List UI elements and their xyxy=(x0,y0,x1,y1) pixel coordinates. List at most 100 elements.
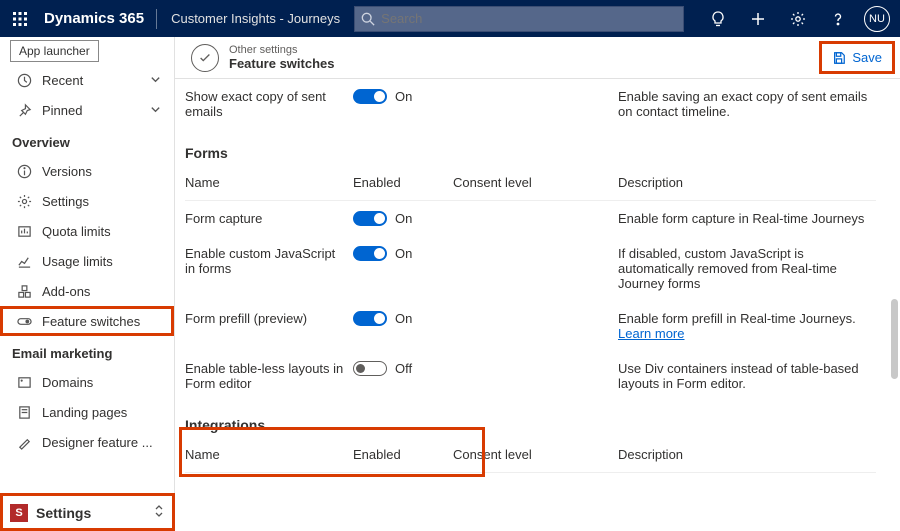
col-enabled-header: Enabled xyxy=(353,447,453,462)
settings-body: Show exact copy of sent emails On Enable… xyxy=(175,79,900,531)
sidebar-item-label: Recent xyxy=(42,73,150,88)
toggle-switch[interactable] xyxy=(353,246,387,261)
search-box[interactable] xyxy=(354,6,684,32)
sidebar-item-label: Designer feature ... xyxy=(42,435,164,450)
setting-consent xyxy=(453,246,618,291)
search-icon xyxy=(361,12,375,26)
setting-name: Show exact copy of sent emails xyxy=(185,89,353,119)
product-label[interactable]: Customer Insights - Journeys xyxy=(157,11,354,26)
toggle-state: On xyxy=(395,311,412,326)
page-icon-circle xyxy=(191,44,219,72)
column-header-row: Name Enabled Consent level Description xyxy=(185,437,876,473)
save-button[interactable]: Save xyxy=(824,46,890,69)
sidebar-item-label: Feature switches xyxy=(42,314,164,329)
scroll-thumb[interactable] xyxy=(891,299,898,379)
add-button[interactable] xyxy=(738,0,778,37)
designer-icon xyxy=(14,435,34,450)
avatar[interactable]: NU xyxy=(864,6,890,32)
col-consent-header: Consent level xyxy=(453,447,618,462)
help-icon xyxy=(830,11,846,27)
app-launcher-tooltip: App launcher xyxy=(10,40,99,62)
page-title: Feature switches xyxy=(229,56,335,71)
toggle-icon xyxy=(14,314,34,329)
content: Other settings Feature switches Save Sho… xyxy=(175,37,900,531)
setting-consent xyxy=(453,89,618,119)
sidebar-item-label: Versions xyxy=(42,164,164,179)
command-bar: Other settings Feature switches Save xyxy=(175,37,900,79)
setting-desc: Enable saving an exact copy of sent emai… xyxy=(618,89,876,119)
sidebar-item-feature-switches[interactable]: Feature switches xyxy=(0,306,174,336)
updown-icon xyxy=(153,504,165,521)
toggle-switch[interactable] xyxy=(353,361,387,376)
sidebar-item-label: Settings xyxy=(42,194,164,209)
topbar: Dynamics 365 Customer Insights - Journey… xyxy=(0,0,900,37)
sidebar-item-settings[interactable]: Settings xyxy=(0,186,174,216)
area-switcher[interactable]: S Settings xyxy=(0,493,175,531)
check-icon xyxy=(198,51,212,65)
sidebar-item-label: Pinned xyxy=(42,103,150,118)
clock-icon xyxy=(14,73,34,88)
chevron-down-icon xyxy=(150,73,164,88)
setting-name: Form capture xyxy=(185,211,353,226)
section-forms: Forms xyxy=(185,129,876,165)
sidebar: Recent Pinned Overview Versions Settings… xyxy=(0,37,175,531)
col-consent-header: Consent level xyxy=(453,175,618,190)
sidebar-item-versions[interactable]: Versions xyxy=(0,156,174,186)
sidebar-item-landing[interactable]: Landing pages xyxy=(0,397,174,427)
area-badge: S xyxy=(10,504,28,522)
setting-consent xyxy=(453,311,618,341)
sidebar-item-label: Landing pages xyxy=(42,405,164,420)
setting-desc: If disabled, custom JavaScript is automa… xyxy=(618,246,876,291)
app-launcher-button[interactable] xyxy=(0,0,40,37)
setting-row: Form capture On Enable form capture in Rea… xyxy=(185,201,876,236)
sidebar-item-domains[interactable]: Domains xyxy=(0,367,174,397)
lightbulb-button[interactable] xyxy=(698,0,738,37)
toggle-switch[interactable] xyxy=(353,89,387,104)
search-input[interactable] xyxy=(381,11,677,26)
setting-name: Form prefill (preview) xyxy=(185,311,353,341)
area-label: Settings xyxy=(36,505,153,521)
globe-icon xyxy=(14,375,34,390)
brand-label[interactable]: Dynamics 365 xyxy=(40,10,156,27)
waffle-icon xyxy=(12,11,28,27)
col-enabled-header: Enabled xyxy=(353,175,453,190)
sidebar-item-label: Add-ons xyxy=(42,284,164,299)
chevron-down-icon xyxy=(150,103,164,118)
toggle-switch[interactable] xyxy=(353,211,387,226)
column-header-row: Name Enabled Consent level Description xyxy=(185,165,876,201)
scrollbar[interactable] xyxy=(891,199,898,499)
gear-icon xyxy=(790,11,806,27)
setting-consent xyxy=(453,361,618,391)
sidebar-item-pinned[interactable]: Pinned xyxy=(0,95,174,125)
page-breadcrumb: Other settings xyxy=(229,44,335,56)
page-icon xyxy=(14,405,34,420)
col-desc-header: Description xyxy=(618,447,876,462)
sidebar-item-recent[interactable]: Recent xyxy=(0,65,174,95)
setting-consent xyxy=(453,211,618,226)
toggle-state: On xyxy=(395,211,412,226)
sidebar-item-usage[interactable]: Usage limits xyxy=(0,246,174,276)
section-integrations: Integrations xyxy=(185,401,876,437)
toggle-switch[interactable] xyxy=(353,311,387,326)
sidebar-item-label: Quota limits xyxy=(42,224,164,239)
toggle-state: On xyxy=(395,246,412,261)
col-name-header: Name xyxy=(185,175,353,190)
sidebar-item-addons[interactable]: Add-ons xyxy=(0,276,174,306)
help-button[interactable] xyxy=(818,0,858,37)
sidebar-item-label: Domains xyxy=(42,375,164,390)
pin-icon xyxy=(14,103,34,118)
col-desc-header: Description xyxy=(618,175,876,190)
puzzle-icon xyxy=(14,284,34,299)
sidebar-heading-email: Email marketing xyxy=(0,336,174,367)
quota-icon xyxy=(14,224,34,239)
save-icon xyxy=(832,51,846,65)
gear-icon xyxy=(14,194,34,209)
settings-button[interactable] xyxy=(778,0,818,37)
setting-name: Enable table-less layouts in Form editor xyxy=(185,361,353,391)
usage-icon xyxy=(14,254,34,269)
setting-desc: Enable form capture in Real-time Journey… xyxy=(618,211,876,226)
setting-row: Show exact copy of sent emails On Enable… xyxy=(185,79,876,129)
sidebar-item-quota[interactable]: Quota limits xyxy=(0,216,174,246)
learn-more-link[interactable]: Learn more xyxy=(618,326,684,341)
sidebar-item-designer[interactable]: Designer feature ... xyxy=(0,427,174,457)
